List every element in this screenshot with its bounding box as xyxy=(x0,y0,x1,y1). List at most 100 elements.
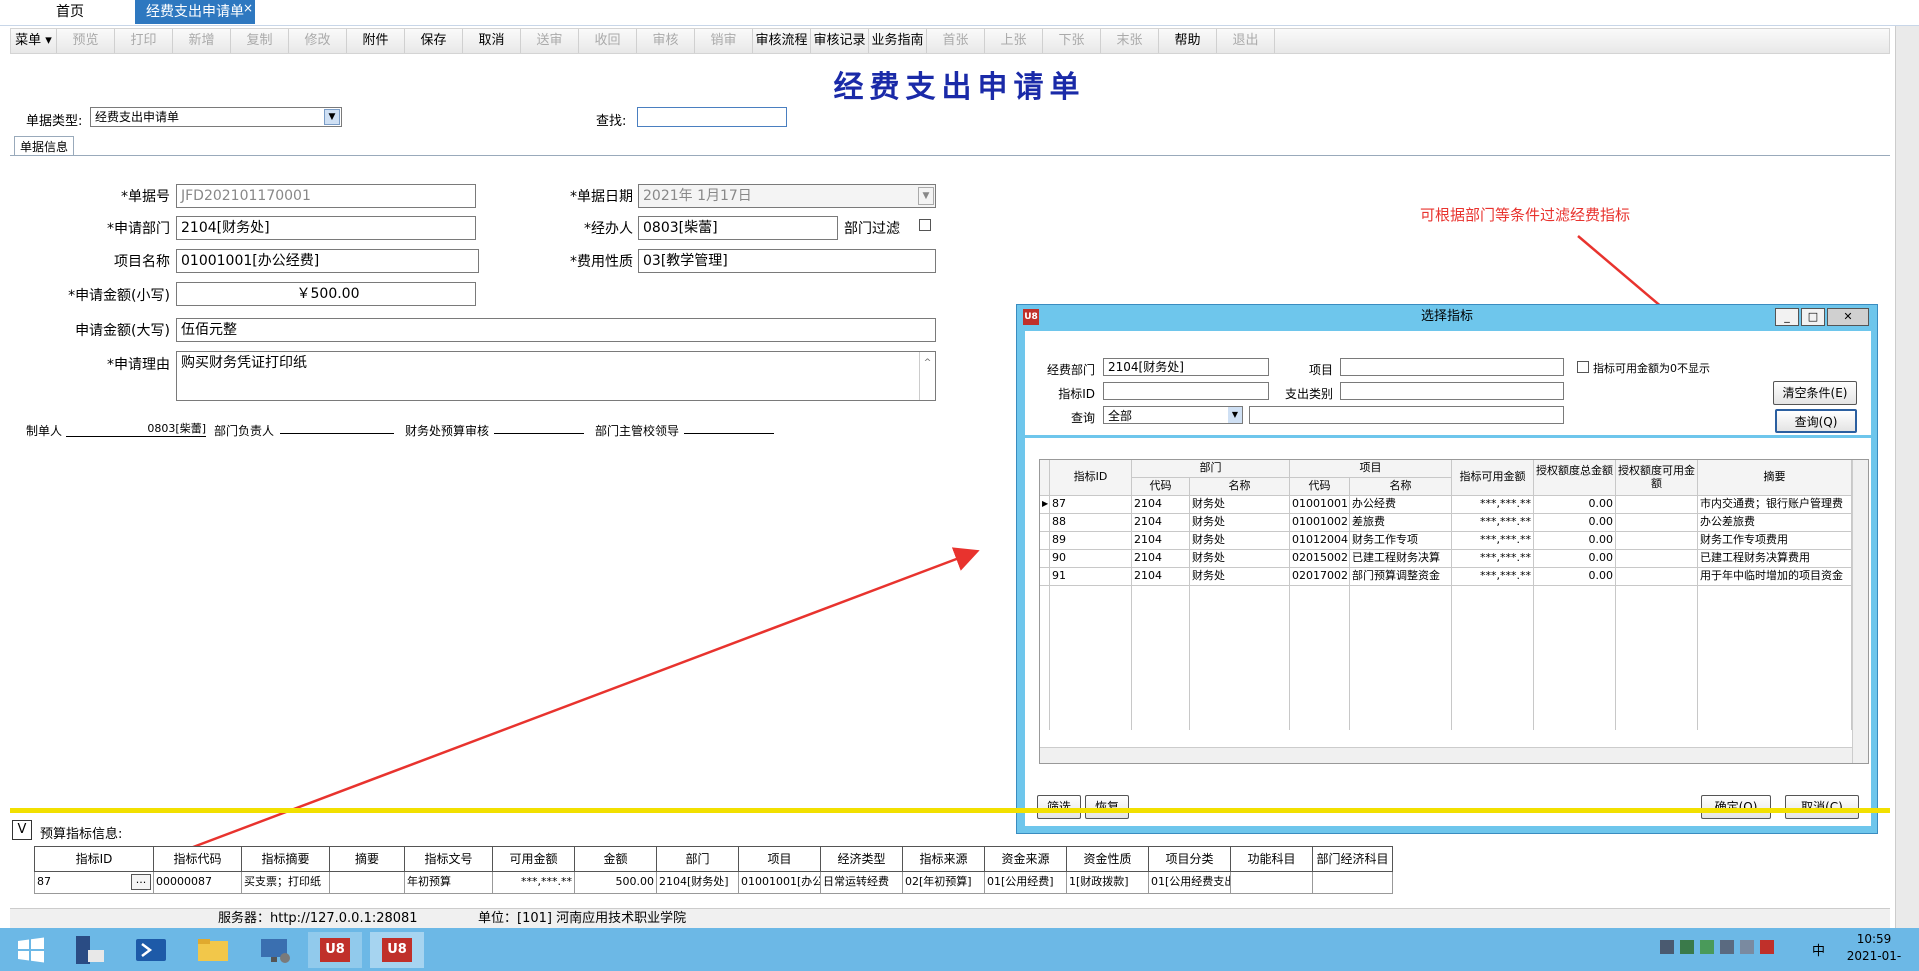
empty-cell[interactable] xyxy=(1534,712,1616,730)
maximize-icon[interactable]: □ xyxy=(1801,308,1825,326)
empty-cell[interactable] xyxy=(1616,676,1698,694)
empty-cell[interactable] xyxy=(1350,676,1452,694)
grid-cell[interactable] xyxy=(1616,514,1698,532)
grid-cell[interactable]: 办公差旅费 xyxy=(1698,514,1852,532)
grid-cell[interactable]: 财务处 xyxy=(1190,568,1290,586)
empty-cell[interactable] xyxy=(1616,694,1698,712)
empty-cell[interactable] xyxy=(1350,712,1452,730)
empty-cell[interactable] xyxy=(1534,604,1616,622)
empty-cell[interactable] xyxy=(1132,586,1190,604)
empty-cell[interactable] xyxy=(1698,622,1852,640)
grid-cell[interactable] xyxy=(1616,496,1698,514)
budget-cell-13[interactable]: 01[公用经费支出] xyxy=(1149,872,1231,894)
dlg-query-input[interactable] xyxy=(1249,406,1564,424)
grid-cell[interactable]: 90 xyxy=(1050,550,1132,568)
budget-cell-1[interactable]: 00000087 xyxy=(154,872,242,894)
server-manager-icon[interactable] xyxy=(66,932,112,968)
close-icon[interactable]: ✕ xyxy=(1827,308,1869,326)
empty-cell[interactable] xyxy=(1290,604,1350,622)
grid-cell[interactable]: 88 xyxy=(1050,514,1132,532)
empty-cell[interactable] xyxy=(1534,622,1616,640)
budget-cell-4[interactable]: 年初预算 xyxy=(405,872,493,894)
budget-cell-11[interactable]: 01[公用经费] xyxy=(985,872,1067,894)
empty-cell[interactable] xyxy=(1040,658,1050,676)
collapse-toggle[interactable]: V xyxy=(12,820,32,840)
empty-cell[interactable] xyxy=(1190,694,1290,712)
grid-cell[interactable]: 2104 xyxy=(1132,514,1190,532)
hide-zero-checkbox[interactable] xyxy=(1577,361,1589,373)
grid-cell[interactable]: 0.00 xyxy=(1534,550,1616,568)
empty-cell[interactable] xyxy=(1050,676,1132,694)
budget-cell-14[interactable] xyxy=(1231,872,1313,894)
row-indicator[interactable] xyxy=(1040,568,1050,586)
filter-button[interactable]: 筛选 xyxy=(1037,795,1081,819)
empty-cell[interactable] xyxy=(1534,658,1616,676)
empty-cell[interactable] xyxy=(1452,676,1534,694)
empty-cell[interactable] xyxy=(1350,622,1452,640)
empty-cell[interactable] xyxy=(1040,586,1050,604)
empty-cell[interactable] xyxy=(1190,676,1290,694)
empty-cell[interactable] xyxy=(1290,676,1350,694)
row-indicator[interactable] xyxy=(1040,550,1050,568)
grid-cell[interactable]: 市内交通费；银行账户管理费 xyxy=(1698,496,1852,514)
budget-cell-12[interactable]: 1[财政拨款] xyxy=(1067,872,1149,894)
restore-button[interactable]: 恢复 xyxy=(1085,795,1129,819)
grid-cell[interactable]: ***,***.** xyxy=(1452,568,1534,586)
u8-app-icon[interactable]: U8 xyxy=(308,932,362,968)
budget-cell-6[interactable]: 500.00 xyxy=(575,872,657,894)
grid-cell[interactable]: 89 xyxy=(1050,532,1132,550)
grid-cell[interactable]: 02015002 xyxy=(1290,550,1350,568)
empty-cell[interactable] xyxy=(1190,712,1290,730)
grid-cell[interactable]: 财务工作专项费用 xyxy=(1698,532,1852,550)
grid-cell[interactable]: ***,***.** xyxy=(1452,514,1534,532)
row-indicator[interactable]: ▶ xyxy=(1040,496,1050,514)
grid-cell[interactable]: 财务处 xyxy=(1190,514,1290,532)
empty-cell[interactable] xyxy=(1350,586,1452,604)
empty-cell[interactable] xyxy=(1040,694,1050,712)
ellipsis-button[interactable]: ... xyxy=(131,874,151,890)
grid-cell[interactable]: 差旅费 xyxy=(1350,514,1452,532)
grid-cell[interactable]: 91 xyxy=(1050,568,1132,586)
empty-cell[interactable] xyxy=(1452,604,1534,622)
empty-cell[interactable] xyxy=(1132,658,1190,676)
empty-cell[interactable] xyxy=(1534,586,1616,604)
powershell-icon[interactable] xyxy=(128,932,174,968)
empty-cell[interactable] xyxy=(1050,622,1132,640)
empty-cell[interactable] xyxy=(1616,658,1698,676)
grid-cell[interactable]: 2104 xyxy=(1132,496,1190,514)
empty-cell[interactable] xyxy=(1040,604,1050,622)
grid-cell[interactable] xyxy=(1616,532,1698,550)
empty-cell[interactable] xyxy=(1350,604,1452,622)
budget-cell-7[interactable]: 2104[财务处] xyxy=(657,872,739,894)
clear-conditions-button[interactable]: 清空条件(E) xyxy=(1773,381,1857,405)
ok-button[interactable]: 确定(O) xyxy=(1701,795,1771,819)
budget-cell-2[interactable]: 买支票；打印纸 xyxy=(242,872,330,894)
empty-cell[interactable] xyxy=(1050,658,1132,676)
grid-cell[interactable]: 01001002 xyxy=(1290,514,1350,532)
empty-cell[interactable] xyxy=(1050,604,1132,622)
grid-cell[interactable] xyxy=(1616,568,1698,586)
grid-cell[interactable] xyxy=(1616,550,1698,568)
empty-cell[interactable] xyxy=(1698,694,1852,712)
chevron-down-icon[interactable]: ▼ xyxy=(1228,407,1242,423)
empty-cell[interactable] xyxy=(1698,658,1852,676)
ime-indicator[interactable]: 中 xyxy=(1812,940,1825,959)
empty-cell[interactable] xyxy=(1350,658,1452,676)
empty-cell[interactable] xyxy=(1132,694,1190,712)
empty-cell[interactable] xyxy=(1698,604,1852,622)
dlg-query-select[interactable]: 全部 ▼ xyxy=(1103,406,1243,424)
empty-cell[interactable] xyxy=(1534,694,1616,712)
grid-cell[interactable]: 02017002 xyxy=(1290,568,1350,586)
empty-cell[interactable] xyxy=(1616,640,1698,658)
file-explorer-icon[interactable] xyxy=(190,932,236,968)
grid-cell[interactable]: 0.00 xyxy=(1534,568,1616,586)
empty-cell[interactable] xyxy=(1040,640,1050,658)
empty-cell[interactable] xyxy=(1050,694,1132,712)
empty-cell[interactable] xyxy=(1350,640,1452,658)
grid-cell[interactable]: ***,***.** xyxy=(1452,532,1534,550)
empty-cell[interactable] xyxy=(1290,712,1350,730)
budget-cell-5[interactable]: ***,***.** xyxy=(493,872,575,894)
empty-cell[interactable] xyxy=(1132,712,1190,730)
dlg-dept-input[interactable]: 2104[财务处] xyxy=(1103,358,1269,376)
empty-cell[interactable] xyxy=(1050,586,1132,604)
